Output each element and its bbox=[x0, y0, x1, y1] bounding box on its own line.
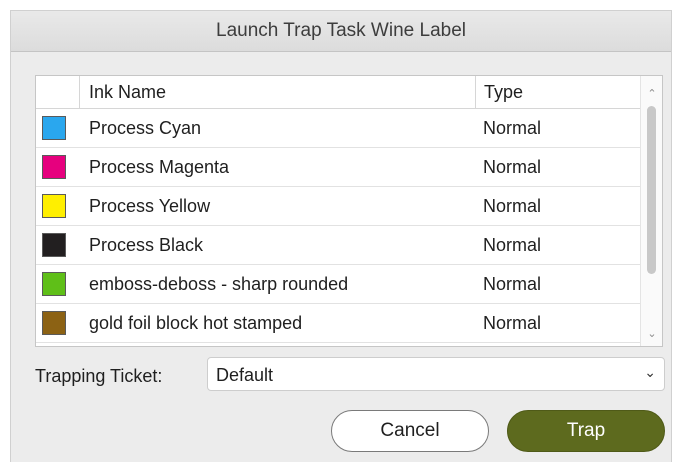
table-scrollbar[interactable]: ⌃ ⌄ bbox=[640, 76, 662, 346]
trapping-ticket-select[interactable]: Default ⌄ bbox=[207, 357, 665, 391]
ink-type: Normal bbox=[483, 196, 542, 216]
ink-swatch bbox=[42, 116, 66, 140]
ink-name-column-header[interactable]: Ink Name bbox=[89, 82, 166, 103]
ink-swatch bbox=[42, 155, 66, 179]
scrollbar-thumb[interactable] bbox=[647, 106, 656, 274]
table-row[interactable]: gold foil block hot stamped Normal bbox=[36, 304, 642, 343]
swatch-column-header[interactable] bbox=[36, 76, 80, 108]
ink-name: emboss-deboss - sharp rounded bbox=[89, 274, 349, 294]
ink-swatch bbox=[42, 194, 66, 218]
ink-type: Normal bbox=[483, 313, 542, 333]
dialog-title: Launch Trap Task Wine Label bbox=[11, 11, 671, 52]
ink-name: Process Cyan bbox=[89, 118, 202, 138]
trap-dialog: Launch Trap Task Wine Label Ink Name Typ… bbox=[10, 10, 672, 462]
ink-rows: Process Cyan Normal Process Magenta Norm… bbox=[36, 109, 642, 343]
ink-type: Normal bbox=[483, 118, 542, 138]
type-column-header[interactable]: Type bbox=[475, 76, 523, 108]
trap-button[interactable]: Trap bbox=[507, 410, 665, 452]
table-row[interactable]: Process Black Normal bbox=[36, 226, 642, 265]
chevron-up-icon[interactable]: ⌃ bbox=[641, 86, 662, 102]
table-row[interactable]: emboss-deboss - sharp rounded Normal bbox=[36, 265, 642, 304]
ink-name: Process Yellow bbox=[89, 196, 211, 216]
chevron-down-icon[interactable]: ⌄ bbox=[641, 326, 662, 342]
ink-table: Ink Name Type Process Cyan Normal Proces… bbox=[35, 75, 663, 347]
table-row[interactable]: Process Cyan Normal bbox=[36, 109, 642, 148]
table-row[interactable]: Process Yellow Normal bbox=[36, 187, 642, 226]
ink-name: Process Black bbox=[89, 235, 204, 255]
table-header: Ink Name Type bbox=[36, 76, 642, 109]
trapping-ticket-value: Default bbox=[216, 365, 274, 385]
ink-swatch bbox=[42, 233, 66, 257]
trapping-ticket-label: Trapping Ticket: bbox=[35, 366, 163, 386]
ink-type: Normal bbox=[483, 235, 542, 255]
ink-swatch bbox=[42, 272, 66, 296]
table-row[interactable]: Process Magenta Normal bbox=[36, 148, 642, 187]
ink-type: Normal bbox=[483, 274, 542, 294]
cancel-button[interactable]: Cancel bbox=[331, 410, 489, 452]
ink-swatch bbox=[42, 311, 66, 335]
ink-type: Normal bbox=[483, 157, 542, 177]
chevron-down-icon: ⌄ bbox=[644, 364, 656, 380]
ink-name: Process Magenta bbox=[89, 157, 230, 177]
ink-name: gold foil block hot stamped bbox=[89, 313, 303, 333]
